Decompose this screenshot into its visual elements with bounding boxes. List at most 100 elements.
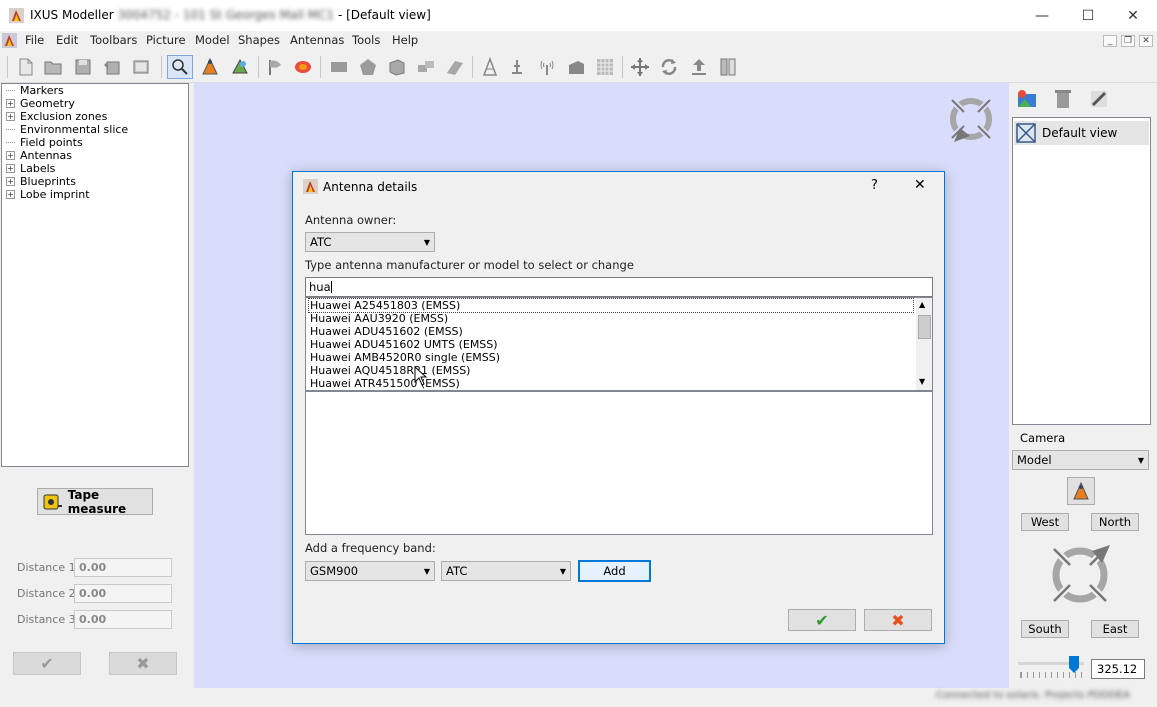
expand-icon[interactable]: + xyxy=(6,112,15,121)
menu-file[interactable]: File xyxy=(25,33,44,47)
menu-help[interactable]: Help xyxy=(392,33,418,47)
tree-node-markers[interactable]: Markers xyxy=(6,84,64,97)
camera-south-button[interactable]: South xyxy=(1021,620,1069,638)
edit-view-button[interactable] xyxy=(1086,86,1112,112)
antenna-cone-icon xyxy=(202,57,218,75)
maximize-button[interactable]: ☐ xyxy=(1065,0,1111,31)
camera-compass-icon[interactable] xyxy=(1044,541,1116,609)
tape-measure-button[interactable]: Tape measure xyxy=(37,488,153,516)
cylinder-tool-button[interactable] xyxy=(413,55,439,79)
band-owner-value: ATC xyxy=(446,564,468,578)
tree-node-blueprints[interactable]: + Blueprints xyxy=(6,175,76,188)
tree-node-label: Geometry xyxy=(20,97,75,110)
mdi-restore-button[interactable]: ❐ xyxy=(1121,35,1135,47)
scroll-thumb[interactable] xyxy=(918,315,931,339)
dialog-close-button[interactable]: ✕ xyxy=(914,177,926,193)
polygon-tool-button[interactable] xyxy=(355,55,381,79)
picture-tool-button[interactable] xyxy=(227,55,253,79)
list-item[interactable]: Huawei AMB4520R0 single (EMSS) xyxy=(309,351,913,364)
tree-node-lobe-imprint[interactable]: + Lobe imprint xyxy=(6,188,90,201)
expand-icon[interactable]: + xyxy=(6,151,15,160)
tree-node-antennas[interactable]: + Antennas xyxy=(6,149,72,162)
minimize-button[interactable]: — xyxy=(1019,0,1065,31)
zoom-value-input[interactable]: 325.12 xyxy=(1091,659,1145,679)
camera-north-button[interactable]: North xyxy=(1091,513,1139,531)
save-button[interactable] xyxy=(70,55,96,79)
mdi-close-button[interactable]: ✕ xyxy=(1139,35,1153,47)
tree-node-label: Labels xyxy=(20,162,56,175)
open-folder-button[interactable] xyxy=(40,55,66,79)
list-item[interactable]: Huawei ADU451602 (EMSS) xyxy=(309,325,913,338)
expand-icon[interactable]: + xyxy=(6,190,15,199)
tree-node-labels[interactable]: + Labels xyxy=(6,162,55,175)
menu-model[interactable]: Model xyxy=(195,33,230,47)
rectangle-tool-button[interactable] xyxy=(326,55,352,79)
box-3d-icon xyxy=(389,59,405,76)
move-tool-button[interactable] xyxy=(627,55,653,79)
band-owner-select[interactable]: ATC ▼ xyxy=(441,561,571,581)
compass-rotate-icon[interactable] xyxy=(944,92,998,146)
list-item[interactable]: Huawei ATR451500 (EMSS) xyxy=(309,377,913,390)
split-view-button[interactable] xyxy=(715,55,741,79)
rotate-tool-button[interactable] xyxy=(656,55,682,79)
owner-select[interactable]: ATC ▼ xyxy=(305,232,435,252)
snapshot-button[interactable] xyxy=(128,55,154,79)
add-view-button[interactable] xyxy=(1013,86,1041,112)
menu-edit[interactable]: Edit xyxy=(56,33,78,47)
tree-node-exclusion-zones[interactable]: + Exclusion zones xyxy=(6,110,107,123)
menu-tools[interactable]: Tools xyxy=(352,33,380,47)
scroll-down-icon[interactable]: ▼ xyxy=(919,377,925,386)
move-arrows-icon xyxy=(631,58,649,76)
building-tool-button[interactable] xyxy=(563,55,589,79)
expand-icon[interactable]: + xyxy=(6,99,15,108)
surface-tool-button[interactable] xyxy=(442,55,468,79)
band-value: GSM900 xyxy=(310,564,359,578)
tape-measure-icon xyxy=(43,494,62,509)
results-scrollbar[interactable]: ▲ ▼ xyxy=(916,298,932,390)
list-item[interactable]: Huawei AAU3920 (EMSS) xyxy=(309,312,913,325)
camera-top-button[interactable] xyxy=(1067,477,1095,505)
tree-node-label: Lobe imprint xyxy=(20,188,90,201)
new-file-button[interactable] xyxy=(12,55,38,79)
expand-icon[interactable]: + xyxy=(6,164,15,173)
tower-icon xyxy=(482,57,498,76)
mast-tool-button[interactable] xyxy=(504,55,530,79)
marker-tool-button[interactable] xyxy=(262,55,288,79)
band-select[interactable]: GSM900 ▼ xyxy=(305,561,435,581)
lobe-tool-button[interactable] xyxy=(290,55,316,79)
mdi-app-icon[interactable] xyxy=(2,33,17,48)
box-tool-button[interactable] xyxy=(384,55,410,79)
antenna-tool-button[interactable] xyxy=(534,55,560,79)
tower-tool-button[interactable] xyxy=(477,55,503,79)
delete-view-button[interactable] xyxy=(1050,86,1076,112)
tree-node-geometry[interactable]: + Geometry xyxy=(6,97,75,110)
list-item[interactable]: Huawei ADU451602 UMTS (EMSS) xyxy=(309,338,913,351)
camera-east-button[interactable]: East xyxy=(1091,620,1139,638)
grid-tool-button[interactable] xyxy=(592,55,618,79)
antenna-details-dialog: Antenna details ? ✕ Antenna owner: ATC ▼ … xyxy=(292,171,945,644)
cone-tool-button[interactable] xyxy=(197,55,223,79)
menu-antennas[interactable]: Antennas xyxy=(290,33,344,47)
tree-node-field-points[interactable]: Field points xyxy=(6,136,83,149)
expand-icon[interactable]: + xyxy=(6,177,15,186)
list-item[interactable]: Huawei A25451803 (EMSS) xyxy=(308,298,914,313)
save-as-button[interactable] xyxy=(99,55,125,79)
menu-toolbars[interactable]: Toolbars xyxy=(90,33,137,47)
camera-mode-select[interactable]: Model ▼ xyxy=(1012,450,1149,470)
menu-shapes[interactable]: Shapes xyxy=(238,33,280,47)
list-item[interactable]: Huawei AQU4518R21 (EMSS) xyxy=(309,364,913,377)
close-button[interactable]: ✕ xyxy=(1110,0,1156,31)
zoom-tool-button[interactable] xyxy=(167,55,193,79)
menu-picture[interactable]: Picture xyxy=(146,33,186,47)
add-band-button[interactable]: Add xyxy=(578,560,651,582)
view-list-item[interactable]: Default view xyxy=(1014,121,1149,145)
help-button[interactable]: ? xyxy=(871,178,878,193)
antenna-search-input[interactable]: hua xyxy=(305,277,933,297)
dialog-ok-button[interactable]: ✔ xyxy=(788,609,856,631)
camera-west-button[interactable]: West xyxy=(1021,513,1069,531)
lift-tool-button[interactable] xyxy=(686,55,712,79)
dialog-cancel-button[interactable]: ✖ xyxy=(864,609,932,631)
tree-node-environmental-slice[interactable]: Environmental slice xyxy=(6,123,128,136)
mdi-minimize-button[interactable]: _ xyxy=(1103,35,1117,47)
scroll-up-icon[interactable]: ▲ xyxy=(919,300,925,309)
